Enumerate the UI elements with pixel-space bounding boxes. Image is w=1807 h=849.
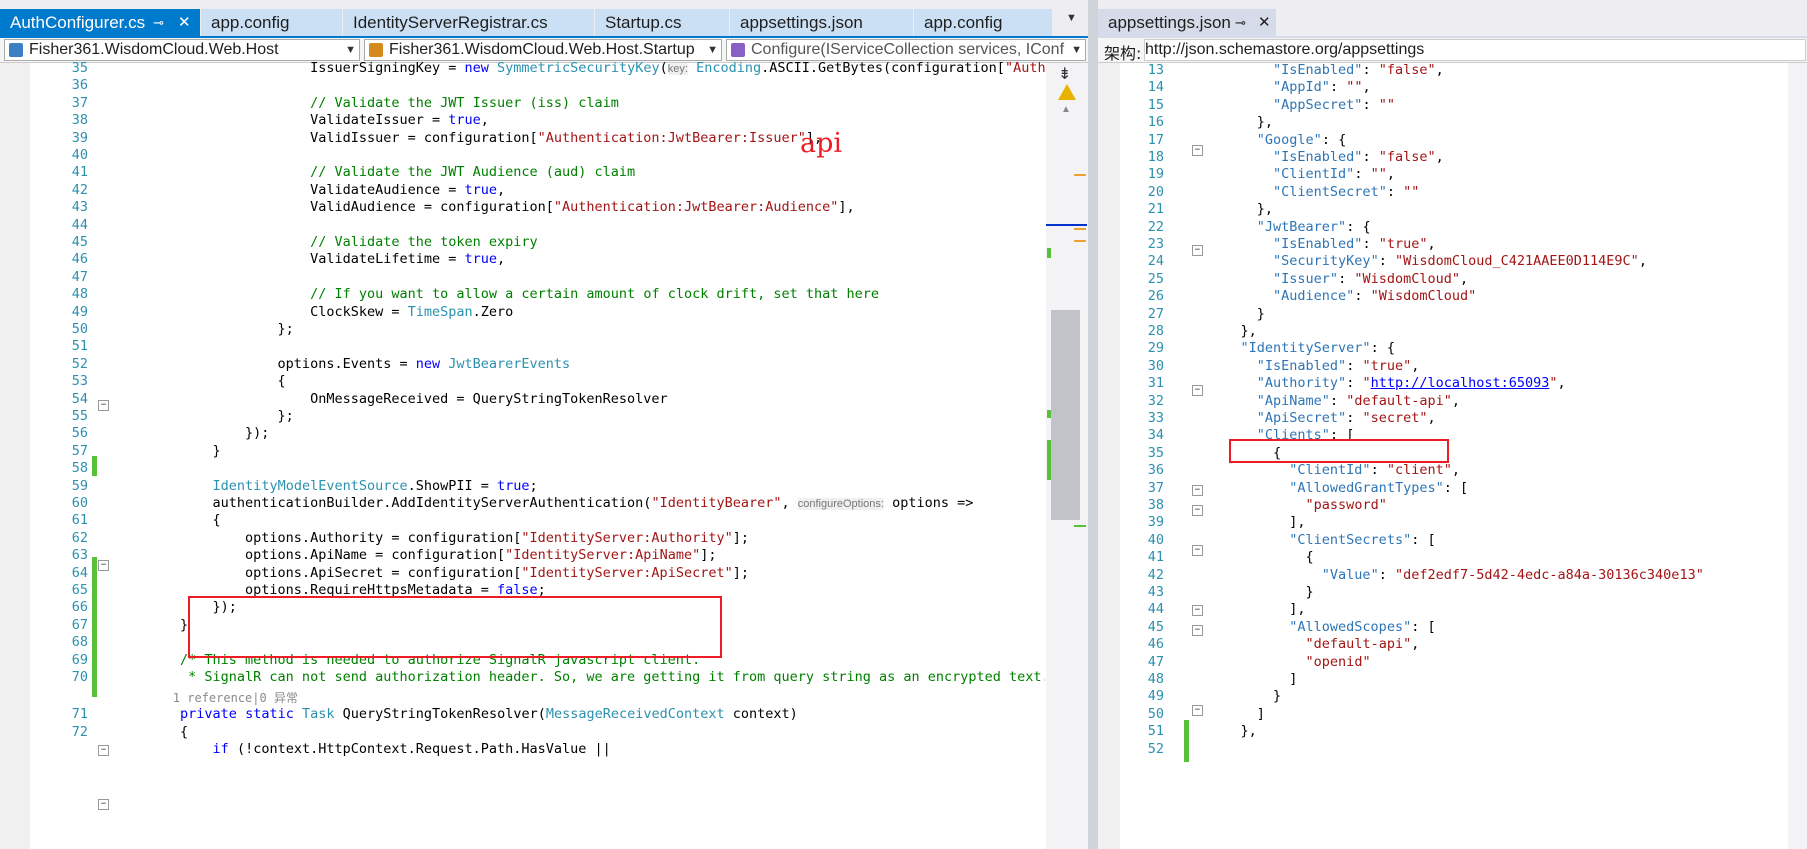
tab-label: Startup.cs bbox=[605, 13, 682, 32]
collapse-icon[interactable]: − bbox=[1192, 545, 1203, 556]
json-line[interactable]: }, bbox=[1208, 721, 1257, 741]
collapse-icon[interactable]: − bbox=[1192, 625, 1203, 636]
member-label: Configure(IServiceCollection services, I… bbox=[751, 41, 1065, 58]
tab-overflow-dropdown-icon[interactable]: ▼ bbox=[1066, 12, 1077, 24]
overview-mark bbox=[1074, 174, 1086, 176]
collapse-icon[interactable]: − bbox=[1192, 245, 1203, 256]
project-icon bbox=[9, 43, 23, 57]
code-line[interactable]: private static Task QueryStringTokenReso… bbox=[115, 704, 798, 724]
overview-mark bbox=[1074, 228, 1086, 230]
tab-appsettings[interactable]: appsettings.json bbox=[730, 9, 913, 36]
code-line[interactable]: ValidateLifetime = true, bbox=[115, 249, 505, 269]
collapse-icon[interactable]: − bbox=[1192, 385, 1203, 396]
close-icon[interactable]: ✕ bbox=[178, 9, 191, 36]
collapse-icon[interactable]: − bbox=[98, 560, 109, 571]
code-line[interactable]: if (!context.HttpContext.Request.Path.Ha… bbox=[115, 739, 611, 759]
overview-mark bbox=[1046, 224, 1087, 226]
schema-url-input[interactable]: http://json.schemastore.org/appsettings bbox=[1144, 39, 1806, 61]
overview-mark bbox=[1047, 440, 1051, 480]
split-editor-icon[interactable]: ⇟ bbox=[1058, 64, 1071, 84]
pin-icon[interactable]: ⊸ bbox=[1235, 9, 1246, 36]
tab-label: app.config bbox=[211, 13, 290, 32]
collapse-icon[interactable]: − bbox=[1192, 485, 1203, 496]
api-annotation: api bbox=[800, 128, 843, 159]
indicator-margin bbox=[0, 63, 30, 849]
close-icon[interactable]: ✕ bbox=[1258, 9, 1271, 36]
project-label: Fisher361.WisdomCloud.Web.Host bbox=[29, 41, 279, 58]
tab-identityserverregistrar[interactable]: IdentityServerRegistrar.cs bbox=[343, 9, 594, 36]
code-line[interactable]: } bbox=[115, 615, 188, 635]
line-number: 52 bbox=[1147, 740, 1164, 757]
class-icon bbox=[369, 43, 383, 57]
collapse-icon[interactable]: − bbox=[98, 799, 109, 810]
pin-icon[interactable]: ⊸ bbox=[153, 9, 164, 36]
tab-label: AuthConfigurer.cs bbox=[10, 13, 146, 32]
code-line[interactable]: authenticationBuilder.AddIdentityServerA… bbox=[115, 493, 974, 513]
scroll-up-icon[interactable]: ▲ bbox=[1061, 104, 1071, 115]
vertical-scrollbar[interactable] bbox=[1788, 63, 1807, 849]
code-line[interactable]: ValidIssuer = configuration["Authenticat… bbox=[115, 128, 822, 148]
overview-mark bbox=[1047, 410, 1051, 418]
tab-label: appsettings.json bbox=[740, 13, 863, 32]
chevron-down-icon: ▼ bbox=[345, 44, 356, 56]
tab-label: IdentityServerRegistrar.cs bbox=[353, 13, 548, 32]
change-marker bbox=[1184, 720, 1189, 762]
code-line[interactable]: ValidAudience = configuration["Authentic… bbox=[115, 197, 855, 217]
tab-authconfigurer[interactable]: AuthConfigurer.cs ⊸ ✕ bbox=[0, 9, 200, 36]
scrollbar-thumb[interactable] bbox=[1051, 310, 1080, 520]
warning-icon bbox=[1058, 84, 1076, 100]
chevron-down-icon: ▼ bbox=[1071, 44, 1082, 56]
line-number: 70 bbox=[71, 669, 88, 685]
highlight-box bbox=[1229, 439, 1449, 463]
class-label: Fisher361.WisdomCloud.Web.Host.Startup bbox=[389, 41, 695, 58]
overview-mark bbox=[1074, 240, 1086, 242]
left-editor-pane: AuthConfigurer.cs ⊸ ✕ app.config Identit… bbox=[0, 0, 1088, 849]
code-editor[interactable]: IssuerSigningKey = new SymmetricSecurity… bbox=[115, 58, 1045, 849]
collapse-icon[interactable]: − bbox=[1192, 145, 1203, 156]
tab-app-config[interactable]: app.config bbox=[201, 9, 342, 36]
change-marker bbox=[92, 456, 97, 476]
right-editor-pane: appsettings.json ⊸ ✕ 架构: http://json.sch… bbox=[1098, 0, 1807, 849]
tab-label: appsettings.json bbox=[1108, 13, 1231, 32]
tab-appsettings-right[interactable]: appsettings.json ⊸ ✕ bbox=[1098, 9, 1276, 36]
pane-splitter[interactable] bbox=[1088, 0, 1098, 849]
change-marker bbox=[92, 557, 97, 697]
line-number bbox=[40, 739, 88, 759]
code-line[interactable]: }; bbox=[115, 319, 294, 339]
collapse-icon[interactable]: − bbox=[98, 400, 109, 411]
collapse-icon[interactable]: − bbox=[1192, 605, 1203, 616]
code-line[interactable]: } bbox=[115, 441, 221, 461]
tab-label: app.config bbox=[924, 13, 1003, 32]
tab-startup[interactable]: Startup.cs bbox=[595, 9, 729, 36]
overview-mark bbox=[1047, 248, 1051, 258]
collapse-icon[interactable]: − bbox=[1192, 505, 1203, 516]
collapse-icon[interactable]: − bbox=[98, 745, 109, 756]
code-line[interactable]: IssuerSigningKey = new SymmetricSecurity… bbox=[115, 58, 1045, 78]
chevron-down-icon: ▼ bbox=[707, 44, 718, 56]
overview-mark bbox=[1074, 525, 1086, 527]
highlight-box bbox=[188, 596, 722, 658]
tab-app-config-2[interactable]: app.config bbox=[914, 9, 1052, 36]
collapse-icon[interactable]: − bbox=[1192, 705, 1203, 716]
method-icon bbox=[731, 43, 745, 57]
